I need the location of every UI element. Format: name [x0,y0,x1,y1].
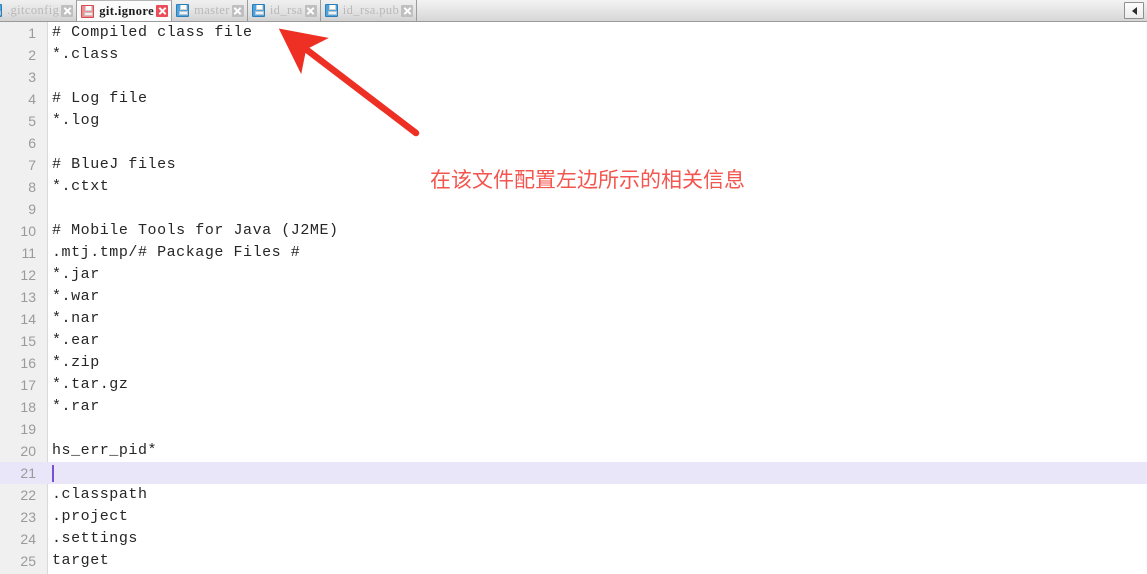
code-editor[interactable]: 1 # Compiled class file 2 *.class 3 4 # Log fi… [0,22,1147,574]
text-caret [52,465,54,482]
code-line-row[interactable]: 20 hs_err_pid* [0,440,1147,462]
line-number: 18 [20,399,36,415]
code-line-row[interactable]: 12 *.jar [0,264,1147,286]
code-line-text: *.ear [52,332,100,349]
code-line-text: *.rar [52,398,100,415]
code-line-row[interactable]: 22 .classpath [0,484,1147,506]
code-line-text: .mtj.tmp/# Package Files # [52,244,301,261]
line-number: 15 [20,333,36,349]
save-disk-icon [0,4,2,17]
editor-tab-id-rsa-pub[interactable]: id_rsa.pub [320,0,418,21]
close-icon[interactable] [304,4,317,17]
line-number: 22 [20,487,36,503]
tab-scroll-left-button[interactable] [1124,2,1144,19]
editor-tab-label: master [194,3,230,17]
line-number: 20 [20,443,36,459]
line-number: 16 [20,355,36,371]
editor-tab-master[interactable]: master [172,0,248,21]
code-line-text: *.jar [52,266,100,283]
editor-tab-label: .gitconfig [7,3,60,17]
close-icon[interactable] [156,5,169,17]
save-disk-icon [324,4,338,17]
code-line-row[interactable]: 13 *.war [0,286,1147,308]
code-line-row[interactable]: 4 # Log file [0,88,1147,110]
code-line-row[interactable]: 19 [0,418,1147,440]
save-disk-icon [176,4,190,17]
code-line-text: *.ctxt [52,178,110,195]
code-line-row[interactable]: 5 *.log [0,110,1147,132]
code-line-text: # Log file [52,90,148,107]
line-number: 5 [28,113,36,129]
code-line-row[interactable]: 24 .settings [0,528,1147,550]
code-line-text: target [52,552,110,569]
code-line-row[interactable]: 1 # Compiled class file [0,22,1147,44]
editor-tab-git-ignore[interactable]: git.ignore [77,0,173,21]
line-number: 11 [21,245,36,261]
line-number: 21 [20,465,36,481]
code-line-row[interactable]: 6 [0,132,1147,154]
code-line-row[interactable]: 11 .mtj.tmp/# Package Files # [0,242,1147,264]
editor-tab-id-rsa[interactable]: id_rsa [247,0,321,21]
editor-tab-bar: .gitconfig git.ignore master id_rsa id_rsa.p… [0,0,1147,22]
code-line-text: .project [52,508,129,525]
editor-tab-label: id_rsa.pub [342,3,400,17]
editor-tab-label: git.ignore [99,3,155,18]
editor-tab-gitconfig[interactable]: .gitconfig [0,0,78,21]
line-number: 7 [28,157,36,173]
code-line-row[interactable]: 16 *.zip [0,352,1147,374]
line-number: 6 [28,135,36,151]
editor-tab-label: id_rsa [269,3,303,17]
code-line-text: *.nar [52,310,100,327]
line-number: 9 [28,201,36,217]
close-icon[interactable] [231,4,244,17]
code-line-row[interactable]: 25 target [0,550,1147,572]
code-line-text: # Compiled class file [52,24,253,41]
tab-bar-spacer [417,0,1124,21]
line-number: 3 [28,69,36,85]
code-line-text: # BlueJ files [52,156,177,173]
code-line-text: *.log [52,112,100,129]
code-line-text: .classpath [52,486,148,503]
code-line-text: # Mobile Tools for Java (J2ME) [52,222,339,239]
code-line-row[interactable]: 8 *.ctxt [0,176,1147,198]
line-number: 10 [20,223,36,239]
line-number: 12 [20,267,36,283]
code-line-row[interactable]: 10 # Mobile Tools for Java (J2ME) [0,220,1147,242]
line-number: 17 [20,377,36,393]
code-line-row[interactable]: 2 *.class [0,44,1147,66]
code-lines-container[interactable]: 1 # Compiled class file 2 *.class 3 4 # Log fi… [0,22,1147,572]
line-number: 23 [20,509,36,525]
line-number: 1 [28,25,36,41]
line-number: 25 [20,553,36,569]
code-line-row[interactable]: 21 [0,462,1147,484]
code-line-text: *.tar.gz [52,376,129,393]
line-number: 24 [20,531,36,547]
line-number: 13 [20,289,36,305]
close-icon[interactable] [61,4,74,17]
line-number: 14 [20,311,36,327]
code-line-text: *.zip [52,354,100,371]
close-icon[interactable] [401,4,414,17]
save-disk-icon [251,4,265,17]
code-line-row[interactable]: 9 [0,198,1147,220]
line-number: 8 [28,179,36,195]
code-line-row[interactable]: 23 .project [0,506,1147,528]
code-line-text: .settings [52,530,138,547]
code-line-row[interactable]: 3 [0,66,1147,88]
code-line-text: *.class [52,46,119,63]
save-disk-icon [81,4,95,18]
code-line-row[interactable]: 17 *.tar.gz [0,374,1147,396]
line-number: 19 [20,421,36,437]
code-line-row[interactable]: 15 *.ear [0,330,1147,352]
code-line-text: hs_err_pid* [52,442,158,459]
code-line-row[interactable]: 18 *.rar [0,396,1147,418]
chevron-left-icon [1131,6,1137,15]
code-line-row[interactable]: 14 *.nar [0,308,1147,330]
line-number: 4 [28,91,36,107]
line-number: 2 [28,47,36,63]
code-line-row[interactable]: 7 # BlueJ files [0,154,1147,176]
code-line-text: *.war [52,288,100,305]
